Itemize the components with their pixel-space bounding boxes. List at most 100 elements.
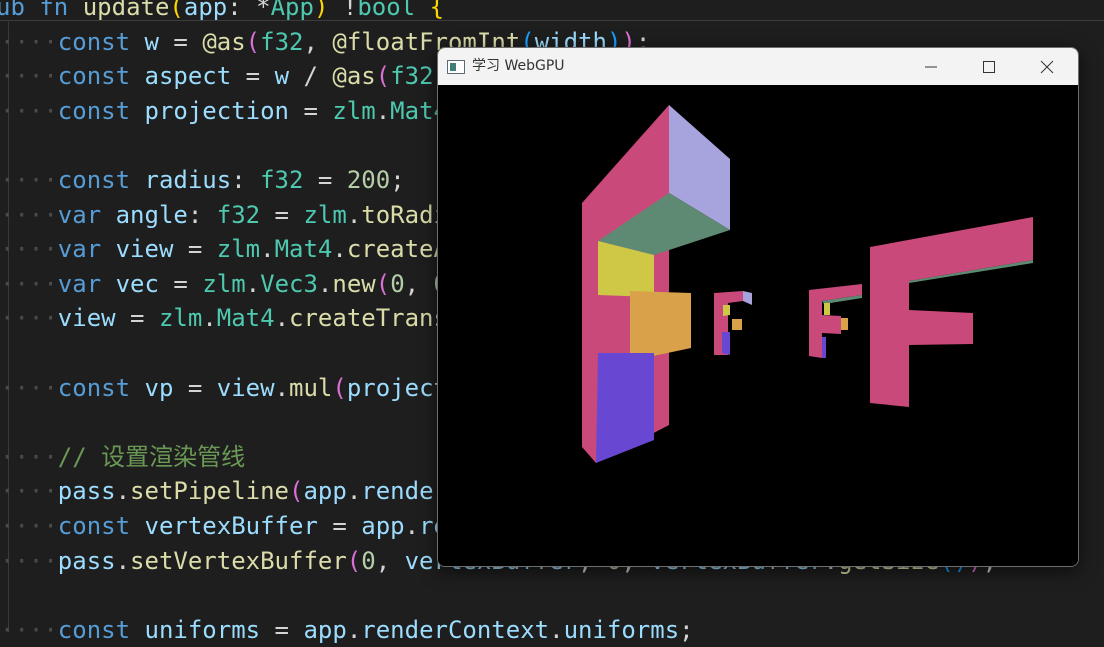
code-token: vp (144, 373, 174, 402)
code-token: const (57, 62, 145, 91)
webgpu-window[interactable]: 学习 WebGPU (437, 47, 1079, 567)
code-token: const (57, 27, 145, 56)
code-line[interactable]: ····view = zlm.Mat4.createTransla (0, 301, 477, 335)
code-token: f32 (390, 62, 434, 91)
code-token: = (260, 615, 304, 644)
code-token: ( (289, 477, 304, 506)
code-token: . (115, 546, 131, 575)
code-line[interactable]: ····// 设置渲染管线 (0, 440, 245, 474)
code-token: vertexBuffer (144, 512, 318, 540)
code-token: w (274, 62, 290, 91)
code-token: . (274, 373, 290, 402)
code-token: ···· (0, 442, 58, 471)
small-f2-yellow (824, 303, 830, 315)
code-line[interactable]: ····const aspect = w / @as(f32, @ (0, 59, 477, 93)
window-titlebar[interactable]: 学习 WebGPU (438, 48, 1078, 85)
code-token: ···· (0, 477, 58, 506)
code-token: = (303, 166, 347, 194)
code-token: w (144, 27, 159, 56)
code-token: Vec3 (260, 269, 318, 298)
code-token: f32 (260, 166, 304, 194)
code-token: = (158, 27, 203, 56)
code-token: . (202, 304, 217, 333)
code-token: app (183, 0, 228, 21)
code-token: App (270, 0, 314, 21)
code-token: ; (390, 166, 405, 194)
right-f-front (870, 217, 1033, 407)
code-token: zlm (216, 235, 261, 264)
code-line[interactable]: ····const uniforms = app.renderContext.u… (0, 613, 694, 647)
code-token: = (158, 269, 203, 298)
code-token: ···· (0, 304, 58, 333)
code-token: var (57, 269, 116, 298)
code-token: angle (115, 200, 188, 229)
code-line[interactable]: ····var vec = zlm.Vec3.new(0, 0, (0, 267, 462, 301)
code-token: . (317, 269, 333, 298)
code-token: ( (346, 546, 362, 575)
code-token: ···· (0, 615, 58, 644)
code-token: = (115, 304, 159, 333)
small-f1-orange (732, 319, 742, 330)
code-token: uniforms (144, 615, 261, 644)
code-line[interactable]: ····const vp = view.mul(projectio (0, 371, 477, 405)
code-token: ···· (0, 546, 58, 575)
code-token: / (289, 62, 333, 91)
render-canvas[interactable] (438, 85, 1078, 566)
code-token: fn (39, 0, 83, 21)
code-token: = (173, 235, 217, 264)
code-token: radius (144, 166, 232, 194)
code-token: . (115, 477, 131, 506)
code-token: ub (0, 0, 40, 21)
code-line[interactable]: ····const radius: f32 = 200; (0, 163, 405, 197)
code-token: = (289, 96, 333, 125)
big-f-mid-orange (630, 291, 691, 361)
code-token: ···· (0, 62, 58, 91)
code-token: . (332, 235, 347, 264)
minimize-button[interactable] (902, 48, 960, 85)
minimize-icon (925, 66, 937, 68)
code-token: { (429, 0, 445, 21)
code-token: ! (328, 0, 358, 21)
small-f1-purple (722, 332, 730, 355)
code-line[interactable]: ····var angle: f32 = zlm.toRadian (0, 198, 477, 232)
code-token: . (404, 512, 420, 540)
code-token: setPipeline (130, 477, 289, 506)
code-token: renderContext (361, 615, 550, 644)
code-token: f32 (260, 27, 304, 56)
code-token: : (231, 166, 261, 194)
code-token: . (346, 200, 362, 229)
maximize-icon (983, 61, 995, 73)
code-token: // 设置渲染管线 (57, 442, 246, 471)
code-line[interactable]: ····const projection = zlm.Mat4.c (0, 94, 477, 128)
code-token: . (346, 615, 362, 644)
code-token: pass (57, 546, 116, 575)
code-token: . (549, 615, 564, 644)
code-line[interactable]: ····var view = zlm.Mat4.createAng (0, 232, 477, 266)
code-token: pass (57, 477, 116, 506)
code-token: zlm (202, 269, 246, 298)
code-token: . (260, 235, 275, 264)
maximize-button[interactable] (960, 48, 1018, 85)
code-token: 0 (361, 546, 376, 575)
code-token: ···· (0, 200, 58, 229)
code-token: bool (357, 0, 416, 21)
code-token: ( (332, 373, 347, 402)
code-token: setVertexBuffer (130, 546, 347, 575)
code-token: ···· (0, 96, 58, 125)
close-button[interactable] (1018, 48, 1076, 85)
code-token: = (317, 512, 362, 540)
code-token: const (57, 166, 145, 194)
code-token: . (375, 96, 391, 125)
code-token: ···· (0, 373, 58, 402)
code-token: zlm (332, 96, 376, 125)
code-token: update (82, 0, 170, 21)
code-token: , (375, 546, 405, 575)
code-token: var (57, 200, 116, 229)
code-line[interactable]: ub fn update(app: *App) !bool { (0, 0, 444, 24)
code-token: ···· (0, 27, 58, 56)
code-line[interactable]: ····const vertexBuffer = app.rend (0, 509, 477, 543)
small-f2-orange (841, 318, 848, 330)
code-line[interactable]: ····pass.setPipeline(app.renderCo (0, 474, 477, 508)
code-token: ) (313, 0, 329, 21)
